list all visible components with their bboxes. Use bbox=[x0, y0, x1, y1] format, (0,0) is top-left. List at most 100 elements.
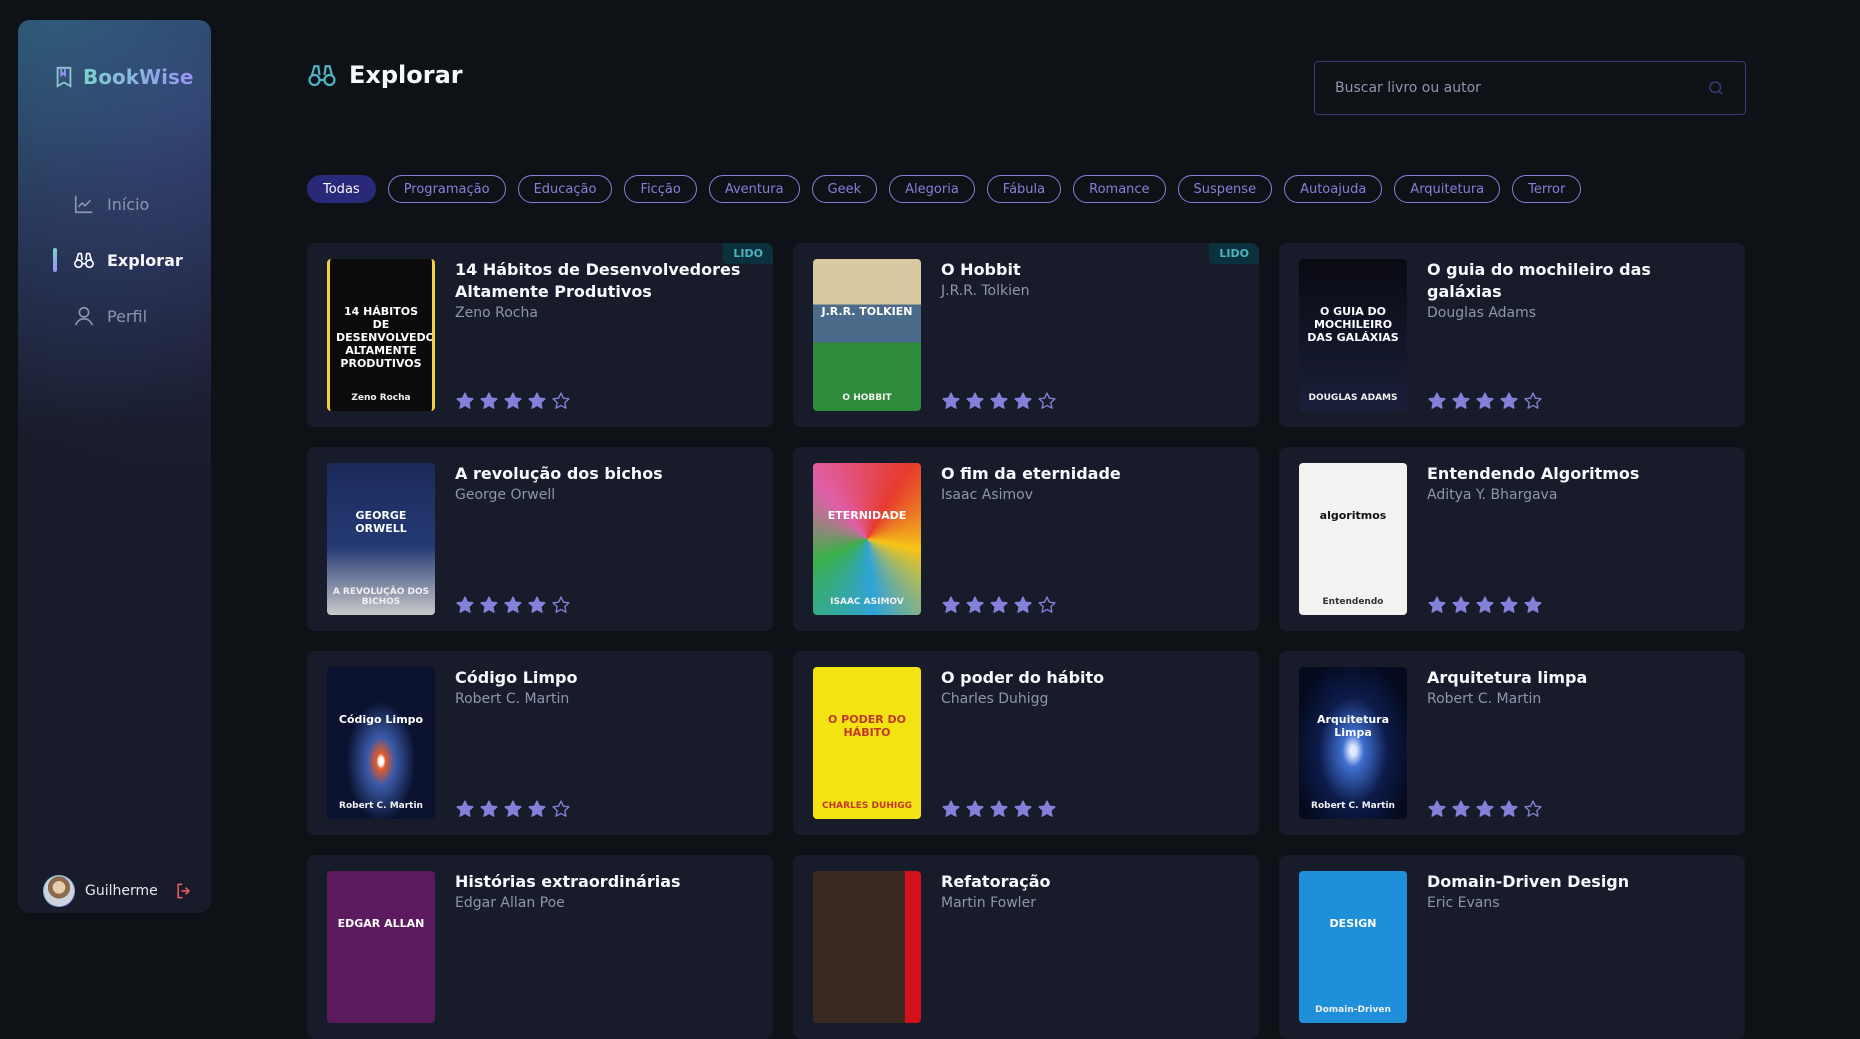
filter-chip-educacao[interactable]: Educação bbox=[517, 175, 613, 203]
star-filled-icon bbox=[528, 392, 546, 409]
book-card[interactable]: 14 HÁBITOS DE DESENVOLVEDORES ALTAMENTE … bbox=[307, 243, 773, 427]
book-card[interactable]: O GUIA DO MOCHILEIRO DAS GALÁXIAS DOUGLAS… bbox=[1279, 243, 1745, 427]
filter-chip-terror[interactable]: Terror bbox=[1512, 175, 1582, 203]
star-filled-icon bbox=[456, 392, 474, 409]
star-filled-icon bbox=[1452, 392, 1470, 409]
book-title: O fim da eternidade bbox=[941, 464, 1121, 483]
star-filled-icon bbox=[1014, 392, 1032, 409]
book-author: Robert C. Martin bbox=[455, 691, 570, 707]
rating-stars bbox=[455, 799, 753, 819]
rating-stars bbox=[1427, 391, 1725, 411]
sidebar-item-label: Início bbox=[107, 194, 150, 214]
book-card[interactable]: DESIGN Domain-Driven Domain-Driven Design E… bbox=[1279, 855, 1745, 1039]
cover-author-text: Robert C. Martin bbox=[339, 801, 423, 811]
user-profile[interactable]: Guilherme bbox=[43, 875, 194, 907]
book-info: Arquitetura limpa Robert C. Martin bbox=[1427, 667, 1725, 819]
star-filled-icon bbox=[528, 596, 546, 613]
star-filled-icon bbox=[504, 800, 522, 817]
app-logo[interactable]: BookWise bbox=[53, 65, 193, 89]
star-filled-icon bbox=[456, 800, 474, 817]
filter-chip-autoajuda[interactable]: Autoajuda bbox=[1284, 175, 1383, 203]
star-filled-icon bbox=[966, 392, 984, 409]
book-author: George Orwell bbox=[455, 487, 556, 503]
search-box bbox=[1314, 61, 1746, 115]
sidebar-item-perfil[interactable]: Perfil bbox=[53, 302, 183, 330]
book-card[interactable]: GEORGE ORWELL A REVOLUÇÃO DOS BICHOS A rev… bbox=[307, 447, 773, 631]
star-filled-icon bbox=[1452, 800, 1470, 817]
filter-chip-fabula[interactable]: Fábula bbox=[986, 175, 1062, 203]
book-card[interactable]: ETERNIDADE ISAAC ASIMOV O fim da eternidad… bbox=[793, 447, 1259, 631]
book-card[interactable]: O PODER DO HÁBITO CHARLES DUHIGG O poder d… bbox=[793, 651, 1259, 835]
star-outline-icon bbox=[1524, 800, 1542, 817]
filter-chip-romance[interactable]: Romance bbox=[1073, 175, 1166, 203]
book-card[interactable]: EDGAR ALLAN Histórias extraordinárias Edga… bbox=[307, 855, 773, 1039]
book-title: O poder do hábito bbox=[941, 668, 1105, 687]
cover-author-text: Domain-Driven bbox=[1315, 1005, 1391, 1015]
book-author: Eric Evans bbox=[1427, 895, 1500, 911]
book-info: O poder do hábito Charles Duhigg bbox=[941, 667, 1239, 819]
book-cover-image bbox=[813, 871, 921, 1023]
sign-out-icon[interactable] bbox=[174, 881, 194, 901]
filter-chip-todas[interactable]: Todas bbox=[307, 175, 376, 203]
chart-line-icon bbox=[74, 195, 93, 214]
star-outline-icon bbox=[552, 392, 570, 409]
book-card[interactable]: algoritmos Entendendo Entendendo Algoritmo… bbox=[1279, 447, 1745, 631]
star-filled-icon bbox=[990, 800, 1008, 817]
sidebar-item-label: Explorar bbox=[107, 250, 183, 270]
rating-stars bbox=[941, 799, 1239, 819]
book-card[interactable]: J.R.R. TOLKIEN O HOBBIT O Hobbit J.R.R. Tol… bbox=[793, 243, 1259, 427]
star-filled-icon bbox=[456, 596, 474, 613]
book-card[interactable]: Arquitetura Limpa Robert C. Martin Arquite… bbox=[1279, 651, 1745, 835]
book-author: Isaac Asimov bbox=[941, 487, 1033, 503]
book-info: Código Limpo Robert C. Martin bbox=[455, 667, 753, 819]
book-title: Entendendo Algoritmos bbox=[1427, 464, 1640, 483]
book-info: O guia do mochileiro das galáxias Douglas… bbox=[1427, 259, 1725, 411]
user-icon bbox=[74, 306, 94, 326]
cover-author-text: O HOBBIT bbox=[842, 393, 892, 403]
rating-stars bbox=[1427, 799, 1725, 819]
sidebar-item-inicio[interactable]: Início bbox=[53, 190, 183, 218]
book-cover-image: DESIGN Domain-Driven bbox=[1299, 871, 1407, 1023]
cover-title-text: Código Limpo bbox=[338, 712, 424, 726]
star-filled-icon bbox=[1476, 596, 1494, 613]
book-author: J.R.R. Tolkien bbox=[941, 283, 1030, 299]
sidebar-item-explorar[interactable]: Explorar bbox=[53, 246, 183, 274]
star-filled-icon bbox=[1452, 596, 1470, 613]
filter-chip-arquitetura[interactable]: Arquitetura bbox=[1394, 175, 1501, 203]
book-cover-image: O PODER DO HÁBITO CHARLES DUHIGG bbox=[813, 667, 921, 819]
star-filled-icon bbox=[1500, 800, 1518, 817]
book-card[interactable]: Código Limpo Robert C. Martin Código Limpo… bbox=[307, 651, 773, 835]
book-cover-image: 14 HÁBITOS DE DESENVOLVEDORES ALTAMENTE … bbox=[327, 259, 435, 411]
cover-title-text: O PODER DO HÁBITO bbox=[827, 712, 907, 739]
cover-author-text: A REVOLUÇÃO DOS BICHOS bbox=[332, 587, 430, 607]
cover-author-text: Zeno Rocha bbox=[351, 393, 411, 403]
rating-stars bbox=[455, 595, 753, 615]
avatar[interactable] bbox=[43, 875, 75, 907]
filter-chip-geek[interactable]: Geek bbox=[811, 175, 878, 203]
star-filled-icon bbox=[990, 596, 1008, 613]
sidebar-nav: Início Explorar Perfil bbox=[53, 190, 183, 358]
cover-title-text: EDGAR ALLAN bbox=[337, 916, 425, 930]
rating-stars bbox=[941, 391, 1239, 411]
cover-author-text: ISAAC ASIMOV bbox=[830, 597, 904, 607]
filter-chip-aventura[interactable]: Aventura bbox=[708, 175, 800, 203]
filter-chip-alegoria[interactable]: Alegoria bbox=[889, 175, 975, 203]
cover-author-text: Robert C. Martin bbox=[1311, 801, 1395, 811]
cover-author-text: CHARLES DUHIGG bbox=[822, 801, 912, 811]
star-filled-icon bbox=[528, 800, 546, 817]
filter-chip-ficcao[interactable]: Ficção bbox=[624, 175, 697, 203]
filter-chip-suspense[interactable]: Suspense bbox=[1177, 175, 1273, 203]
book-cover-image: Arquitetura Limpa Robert C. Martin bbox=[1299, 667, 1407, 819]
book-title: Domain-Driven Design bbox=[1427, 872, 1630, 891]
book-title: Código Limpo bbox=[455, 668, 578, 687]
page-title: Explorar bbox=[349, 61, 463, 89]
filter-chip-programacao[interactable]: Programação bbox=[387, 175, 506, 203]
category-filters: Todas Programação Educação Ficção Aventu… bbox=[307, 175, 1582, 203]
search-icon[interactable] bbox=[1707, 79, 1725, 97]
star-filled-icon bbox=[990, 392, 1008, 409]
search-input[interactable] bbox=[1335, 80, 1707, 96]
book-author: Edgar Allan Poe bbox=[455, 895, 565, 911]
star-filled-icon bbox=[504, 596, 522, 613]
rating-stars bbox=[1427, 595, 1725, 615]
book-card[interactable]: Refatoração Martin Fowler bbox=[793, 855, 1259, 1039]
